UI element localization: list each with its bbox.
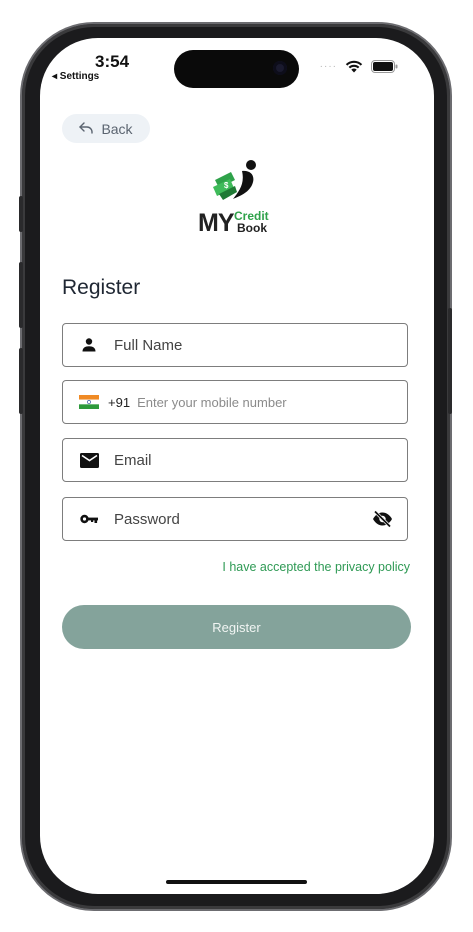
- wifi-icon: [345, 60, 363, 73]
- status-icons: ····: [320, 60, 398, 73]
- app-logo: $ MY Credit Book: [195, 158, 279, 240]
- password-field[interactable]: [62, 497, 408, 541]
- volume-down-button: [19, 348, 23, 414]
- email-field[interactable]: [62, 438, 408, 482]
- india-flag-icon: [78, 395, 100, 409]
- logo-figure-icon: $: [213, 160, 256, 200]
- volume-up-button: [19, 262, 23, 328]
- mute-switch: [19, 196, 23, 232]
- power-button: [448, 308, 452, 414]
- privacy-policy-link[interactable]: I have accepted the privacy policy: [222, 560, 410, 574]
- svg-text:$: $: [224, 181, 229, 190]
- logo-text-my: MY: [198, 209, 234, 237]
- password-input[interactable]: [114, 510, 407, 528]
- person-icon: [78, 338, 100, 352]
- country-code[interactable]: +91: [108, 395, 130, 410]
- register-button[interactable]: Register: [62, 605, 411, 649]
- back-to-settings-link[interactable]: ◂ Settings: [52, 71, 99, 82]
- back-arrow-icon: [79, 121, 94, 137]
- back-button[interactable]: Back: [62, 114, 150, 143]
- mail-icon: [78, 452, 100, 468]
- app-screen: 3:54 ◂ Settings ···· Back $ MY Credit Bo…: [40, 38, 434, 894]
- full-name-input[interactable]: [114, 336, 407, 354]
- signal-icon: ····: [319, 61, 337, 72]
- back-button-label: Back: [101, 120, 133, 137]
- eye-off-icon[interactable]: [372, 510, 393, 533]
- dynamic-island: [174, 50, 299, 88]
- home-indicator[interactable]: [166, 880, 307, 884]
- mobile-field[interactable]: +91: [62, 380, 408, 424]
- status-time: 3:54: [95, 52, 130, 71]
- mobile-input[interactable]: [137, 394, 407, 410]
- logo-text-book: Book: [237, 221, 267, 235]
- email-input[interactable]: [114, 451, 407, 469]
- page-title: Register: [62, 276, 141, 299]
- battery-icon: [371, 60, 398, 73]
- full-name-field[interactable]: [62, 323, 408, 367]
- front-camera: [273, 61, 287, 75]
- key-icon: [78, 514, 100, 524]
